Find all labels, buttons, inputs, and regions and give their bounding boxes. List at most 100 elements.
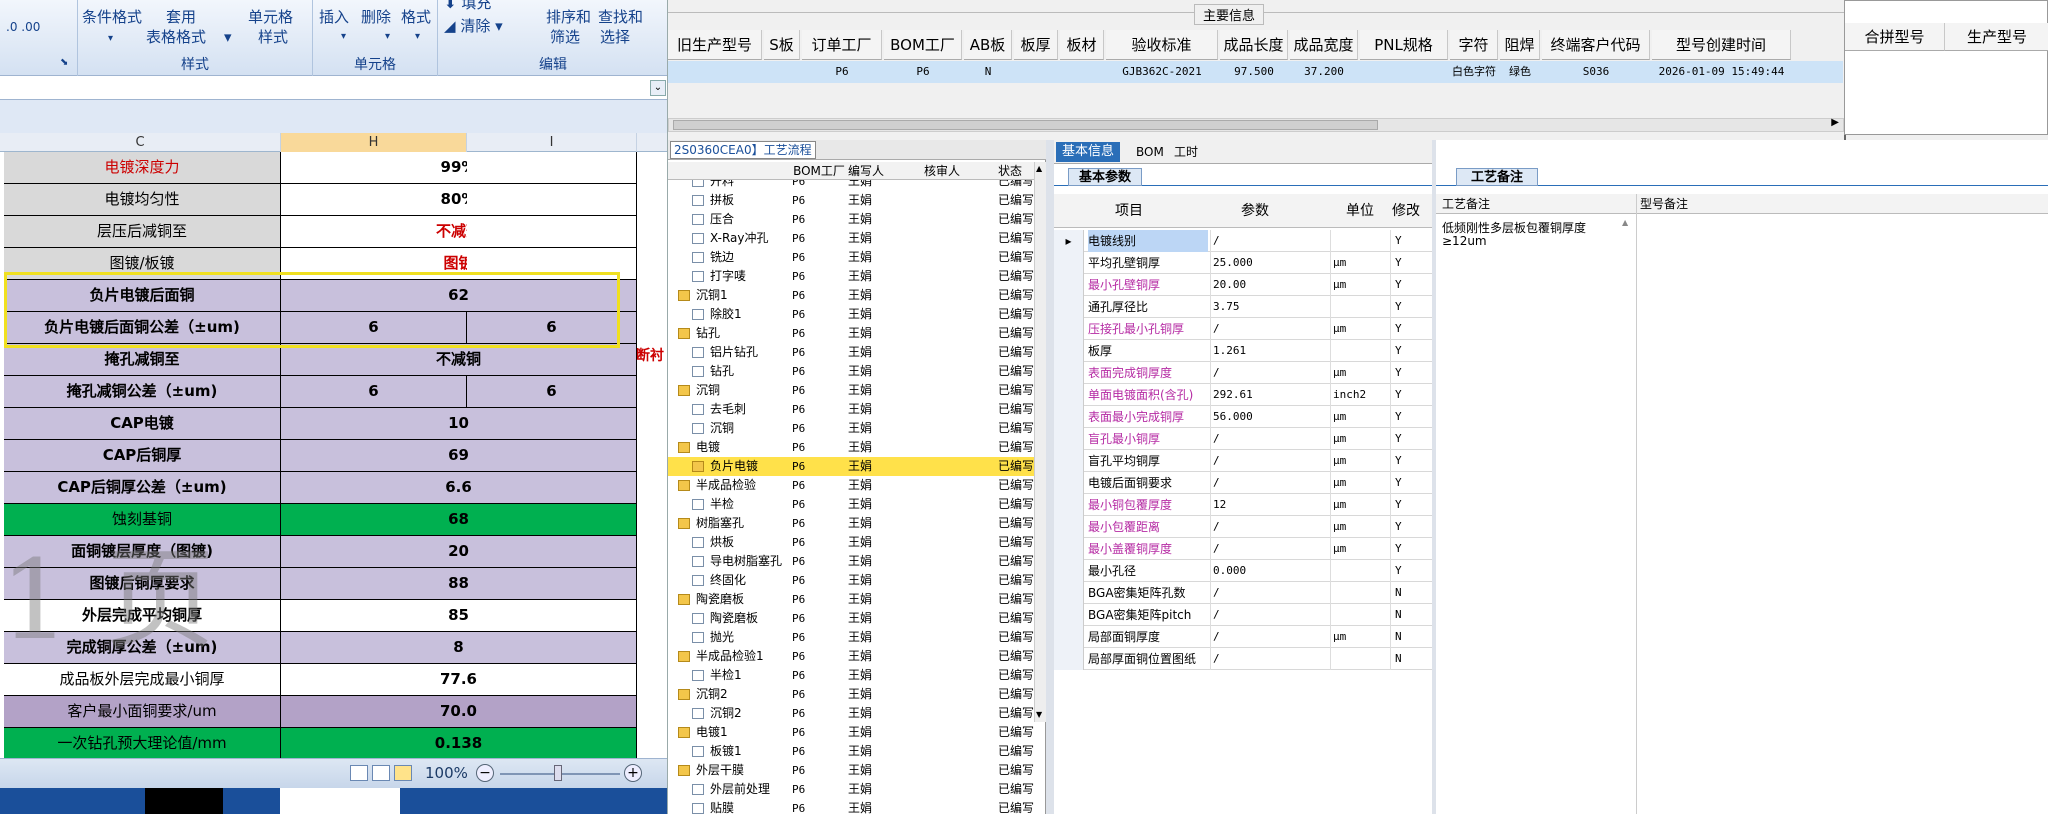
column-header[interactable]: 字符 [1450, 30, 1498, 60]
horizontal-scrollbar[interactable]: ▶ [668, 117, 1844, 132]
tree-item[interactable]: 沉铜2 P6 王娟 已编写 [668, 685, 1034, 704]
column-header-h[interactable]: H [281, 133, 467, 152]
column-header[interactable]: 板材 [1060, 30, 1104, 60]
scroll-down-icon[interactable]: ▼ [1036, 710, 1042, 719]
tree-item[interactable]: 压合 P6 王娟 已编写 [668, 210, 1034, 229]
format-button[interactable]: 格式 [401, 8, 431, 26]
header-param[interactable]: 参数 [1210, 194, 1300, 228]
tree-item[interactable]: 树脂塞孔 P6 王娟 已编写 [668, 514, 1034, 533]
cell-h-value[interactable]: 77.6 [281, 664, 637, 696]
cell-style-label[interactable]: 样式 [258, 28, 288, 46]
zoom-out-icon[interactable]: − [476, 764, 494, 782]
column-header[interactable]: 订单工厂 [802, 30, 882, 60]
header-factory[interactable]: BOM工厂 [792, 162, 846, 180]
table-format-label[interactable]: 表格格式 [146, 28, 206, 46]
merge-model-header[interactable]: 合拼型号 [1845, 23, 1945, 51]
fill-button[interactable]: ⬇ 填充 [444, 0, 491, 12]
table-row[interactable]: 掩孔减铜至 不减铜 [0, 344, 667, 376]
table-cell[interactable] [668, 61, 762, 83]
process-tree-body[interactable]: 开料 P6 王娟 已编写 拼板 P6 王娟 已编写 压合 P6 王娟 已编写 X-Ray冲孔 P6 王娟 已编… [668, 180, 1034, 814]
tab-basic-params[interactable]: 基本参数 [1068, 168, 1143, 186]
param-value[interactable]: 12 [1210, 494, 1328, 516]
find-select-button[interactable]: 查找和 [598, 8, 643, 26]
cell-c-label[interactable]: CAP电镀 [4, 408, 281, 440]
table-row[interactable]: 完成铜厚公差（±um) 8 [0, 632, 667, 664]
param-row[interactable]: 电镀后面铜要求 / μm Y [1054, 472, 1432, 494]
table-cell[interactable]: 97.500 [1220, 61, 1288, 83]
tree-item[interactable]: 铣边 P6 王娟 已编写 [668, 248, 1034, 267]
column-header[interactable]: 终端客户代码 [1542, 30, 1650, 60]
tree-item[interactable]: 沉铜 P6 王娟 已编写 [668, 419, 1034, 438]
param-value[interactable]: 20.00 [1210, 274, 1328, 296]
scroll-up-icon[interactable]: ▲ [1036, 164, 1042, 173]
expand-formula-icon[interactable]: ⌄ [650, 80, 666, 96]
tab-basic-info[interactable]: 基本信息 [1056, 142, 1121, 162]
param-value[interactable]: 25.000 [1210, 252, 1328, 274]
cell-i-empty[interactable] [467, 216, 637, 248]
tree-item[interactable]: 陶瓷磨板 P6 王娟 已编写 [668, 590, 1034, 609]
tree-item[interactable]: X-Ray冲孔 P6 王娟 已编写 [668, 229, 1034, 248]
table-row[interactable]: 掩孔减铜公差（±um) 6 6 [0, 376, 667, 408]
zoom-in-icon[interactable]: + [624, 764, 642, 782]
param-row[interactable]: 最小铜包覆厚度 12 μm Y [1054, 494, 1432, 516]
cell-h-value[interactable]: 20 [281, 536, 637, 568]
table-cell[interactable]: S036 [1542, 61, 1650, 83]
param-row[interactable]: 最小孔径 0.000 Y [1054, 560, 1432, 582]
column-header[interactable]: 阻焊 [1500, 30, 1540, 60]
param-row[interactable]: 板厚 1.261 Y [1054, 340, 1432, 362]
params-table[interactable]: ▸ 电镀线别 / Y 平均孔壁铜厚 25.000 μm Y 最小孔壁铜厚 20.00 μm Y 通孔厚径… [1054, 230, 1432, 814]
tree-item[interactable]: 沉铜2 P6 王娟 已编写 [668, 704, 1034, 723]
zoom-slider-thumb[interactable] [554, 765, 562, 781]
cell-h-value[interactable]: 10 [281, 408, 637, 440]
cell-h-value[interactable]: 68 [281, 504, 637, 536]
tree-item[interactable]: 半成品检验 P6 王娟 已编写 [668, 476, 1034, 495]
param-row[interactable]: 压接孔最小孔铜厚 / μm Y [1054, 318, 1432, 340]
param-value[interactable]: / [1210, 318, 1328, 340]
splitter[interactable] [1046, 140, 1054, 814]
main-info-row[interactable]: P6 P6 N GJB362C-2021 97.500 37.200 白色字符 绿色 S036 2… [668, 61, 1843, 83]
param-row[interactable]: ▸ 电镀线别 / Y [1054, 230, 1432, 252]
tree-item[interactable]: 板镀1 P6 王娟 已编写 [668, 742, 1034, 761]
param-value[interactable]: / [1210, 428, 1328, 450]
table-row[interactable]: 图镀后铜厚要求 88 [0, 568, 667, 600]
param-value[interactable]: / [1210, 472, 1328, 494]
spreadsheet-grid[interactable]: 电镀深度力 99% 电镀均匀性 80% 层压后减铜至 不减薄 图镀/板镀 图镀 负片电镀后面铜 6… [0, 152, 667, 760]
column-header-c[interactable]: C [0, 133, 281, 152]
cell-c-label[interactable]: 客户最小面铜要求/um [4, 696, 281, 728]
header-model-remark[interactable]: 型号备注 [1640, 194, 1688, 214]
column-header[interactable]: PNL规格 [1360, 30, 1448, 60]
taskbar-thumbnail[interactable] [280, 788, 400, 814]
param-value[interactable]: 1.261 [1210, 340, 1328, 362]
column-header[interactable]: 验收标准 [1106, 30, 1218, 60]
table-cell[interactable] [1014, 61, 1058, 83]
table-cell[interactable]: 绿色 [1500, 61, 1540, 83]
table-cell[interactable] [1060, 61, 1104, 83]
table-row[interactable]: 电镀均匀性 80% [0, 184, 667, 216]
param-row[interactable]: 局部厚面铜位置图纸 / N [1054, 648, 1432, 670]
param-row[interactable]: 最小孔壁铜厚 20.00 μm Y [1054, 274, 1432, 296]
cell-c-label[interactable]: 掩孔减铜至 [4, 344, 281, 376]
cell-c-label[interactable]: 层压后减铜至 [4, 216, 281, 248]
param-value[interactable]: / [1210, 626, 1328, 648]
cell-i-empty[interactable] [467, 184, 637, 216]
header-author[interactable]: 编写人 [848, 162, 908, 180]
tree-item[interactable]: 去毛刺 P6 王娟 已编写 [668, 400, 1034, 419]
table-row[interactable]: 电镀深度力 99% [0, 152, 667, 184]
cell-i-value[interactable]: 6 [467, 376, 637, 408]
tree-item[interactable]: 电镀1 P6 王娟 已编写 [668, 723, 1034, 742]
param-value[interactable]: 3.75 [1210, 296, 1328, 318]
table-row[interactable]: 成品板外层完成最小铜厚 77.6 [0, 664, 667, 696]
param-row[interactable]: 局部面铜厚度 / μm N [1054, 626, 1432, 648]
sort-filter-label[interactable]: 筛选 [550, 28, 580, 46]
tree-item[interactable]: 电镀 P6 王娟 已编写 [668, 438, 1034, 457]
decimal-buttons[interactable]: .0 .00 [6, 18, 40, 36]
column-header[interactable]: AB板 [964, 30, 1012, 60]
column-header[interactable]: S板 [764, 30, 800, 60]
process-tab[interactable]: 2S0360CEA0】工艺流程 [670, 141, 816, 159]
tree-item[interactable]: 陶瓷磨板 P6 王娟 已编写 [668, 609, 1034, 628]
table-row[interactable]: CAP电镀 10 [0, 408, 667, 440]
table-cell[interactable]: N [964, 61, 1012, 83]
tree-item[interactable]: 拼板 P6 王娟 已编写 [668, 191, 1034, 210]
cell-c-label[interactable]: 一次钻孔预大理论值/mm [4, 728, 281, 760]
table-row[interactable]: 面铜镀层厚度（图镀) 20 [0, 536, 667, 568]
